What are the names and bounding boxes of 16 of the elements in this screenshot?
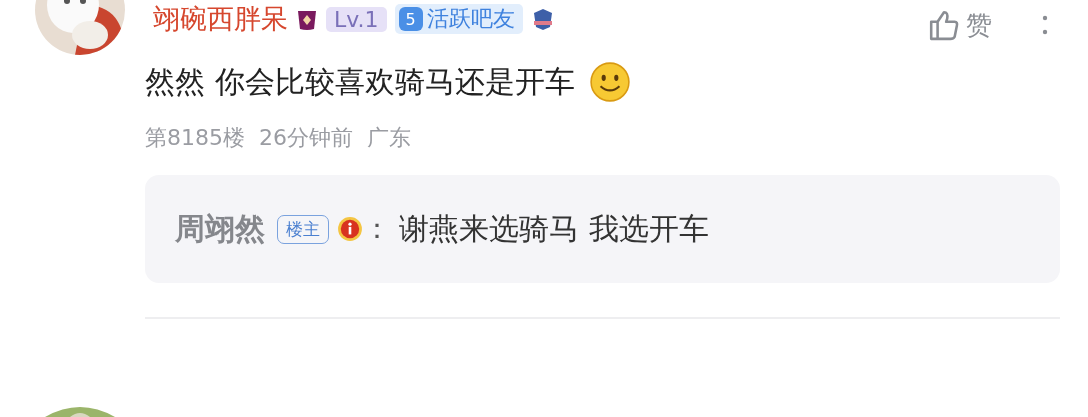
username[interactable]: 翊碗西胖呆 xyxy=(153,1,288,37)
info-icon xyxy=(337,216,363,242)
smiley-icon xyxy=(588,61,631,103)
floor-number: 第8185楼 xyxy=(145,124,245,152)
level-badge: Lv.1 xyxy=(326,6,387,32)
thumbs-up-icon[interactable] xyxy=(928,9,960,41)
comment-text: 然然 你会比较喜欢骑马还是开车 xyxy=(145,62,575,101)
owner-tag: 楼主 xyxy=(277,214,329,244)
post-time: 26分钟前 xyxy=(259,124,353,152)
reply-author[interactable]: 周翊然 xyxy=(175,208,265,250)
like-label[interactable]: 赞 xyxy=(966,7,992,43)
colon: ： xyxy=(363,211,391,247)
location: 广东 xyxy=(367,124,411,152)
reply-text: 谢燕来选骑马 我选开车 xyxy=(399,209,709,248)
rank-number: 5 xyxy=(398,7,423,31)
fan-title: 活跃吧友 xyxy=(426,5,515,33)
